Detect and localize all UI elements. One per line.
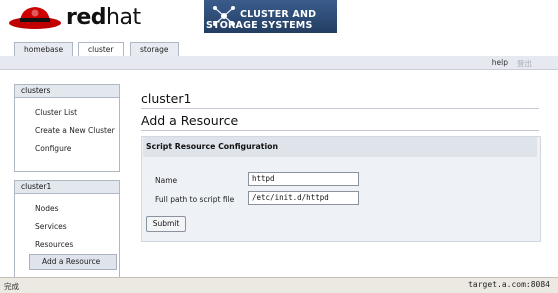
shadowman-hat-icon bbox=[9, 7, 61, 29]
divider bbox=[141, 108, 539, 109]
product-banner-line1: CLUSTER AND bbox=[240, 9, 317, 20]
sidebar-item-create-cluster[interactable]: Create a New Cluster bbox=[15, 122, 119, 140]
logout-link[interactable]: 登出 bbox=[517, 58, 532, 69]
product-banner: CLUSTER AND STORAGE SYSTEMS bbox=[204, 0, 337, 33]
help-link[interactable]: help bbox=[492, 58, 508, 67]
clusters-panel: clusters Cluster List Create a New Clust… bbox=[14, 84, 120, 172]
submit-button[interactable]: Submit bbox=[146, 216, 186, 232]
header-banner: redhat CLUSTER AND STORAGE SYSTEMS bbox=[0, 0, 558, 34]
browser-status-bar: 完成 target.a.com:8084 bbox=[0, 277, 558, 293]
sidebar-item-cluster-list[interactable]: Cluster List bbox=[15, 104, 119, 122]
form-title: Script Resource Configuration bbox=[146, 142, 279, 151]
sidebar-item-configure[interactable]: Configure bbox=[15, 140, 119, 158]
sidebar-item-nodes[interactable]: Nodes bbox=[15, 200, 119, 218]
cluster-title: cluster1 bbox=[141, 91, 192, 106]
page-title: Add a Resource bbox=[141, 113, 239, 128]
cluster1-panel: cluster1 Nodes Services Resources Add a … bbox=[14, 180, 120, 278]
tab-homebase[interactable]: homebase bbox=[14, 42, 74, 56]
name-input[interactable]: httpd bbox=[248, 172, 359, 186]
tab-storage[interactable]: storage bbox=[130, 42, 179, 56]
status-host: target.a.com:8084 bbox=[468, 280, 550, 289]
utility-bar: help 登出 bbox=[0, 56, 558, 70]
tab-cluster[interactable]: cluster bbox=[78, 42, 124, 57]
sidebar-item-add-resource[interactable]: Add a Resource bbox=[29, 254, 117, 270]
redhat-wordmark: redhat bbox=[66, 5, 141, 30]
name-label: Name bbox=[155, 176, 178, 185]
divider bbox=[141, 130, 539, 131]
main-tab-bar: homebase cluster storage bbox=[0, 34, 558, 57]
redhat-logo[interactable]: redhat bbox=[8, 2, 158, 32]
script-path-input[interactable]: /etc/init.d/httpd bbox=[248, 191, 359, 205]
sidebar-item-resources[interactable]: Resources bbox=[15, 236, 119, 254]
status-text: 完成 bbox=[4, 282, 19, 291]
product-banner-line2: STORAGE SYSTEMS bbox=[206, 20, 313, 31]
script-path-label: Full path to script file bbox=[155, 195, 235, 204]
sidebar-item-services[interactable]: Services bbox=[15, 218, 119, 236]
cluster1-panel-title: cluster1 bbox=[15, 181, 119, 194]
clusters-panel-title: clusters bbox=[15, 85, 119, 98]
